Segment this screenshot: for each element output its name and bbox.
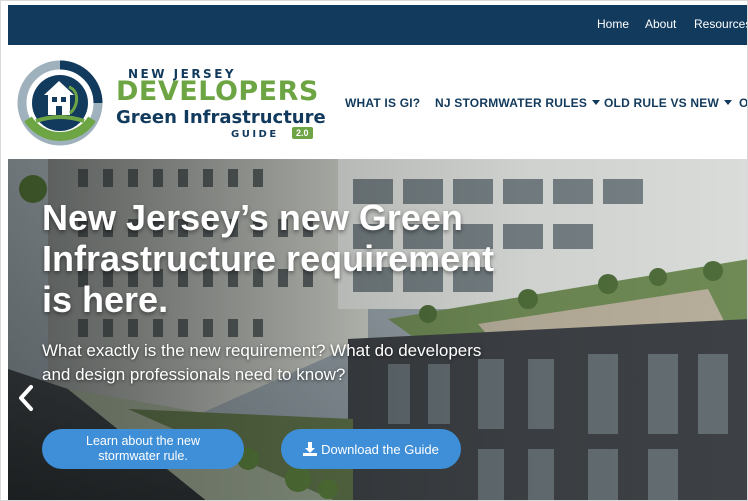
brand-line-guide: GUIDE (231, 129, 279, 140)
top-utility-bar: Home About Resources (8, 5, 747, 45)
nav-item-label: WHAT IS GI? (345, 96, 421, 110)
page: Home About Resources NEW JERSEY DEVELOPE… (0, 0, 748, 501)
caret-down-icon (592, 100, 601, 105)
brand-line-developers: DEVELOPERS (116, 76, 319, 107)
nav-item-label: OLD RULE VS NEW (604, 96, 720, 110)
nav-item-label: O (739, 96, 748, 110)
brand-version-badge: 2.0 (292, 127, 313, 139)
download-icon (303, 442, 318, 456)
download-guide-button[interactable]: Download the Guide (281, 429, 461, 469)
nav-item-old-rule-vs-new[interactable]: OLD RULE VS NEW (604, 96, 733, 110)
hero-carousel: New Jersey’s new Green Infrastructure re… (8, 159, 747, 500)
top-link-resources[interactable]: Resources (694, 17, 747, 31)
chevron-left-icon[interactable] (16, 383, 36, 413)
learn-button-label: Learn about the new stormwater rule. (86, 434, 200, 463)
nav-item-nj-stormwater-rules[interactable]: NJ STORMWATER RULES (435, 96, 601, 110)
brand-logo-icon[interactable] (14, 57, 106, 149)
nav-item-what-is-gi[interactable]: WHAT IS GI? (345, 96, 420, 110)
hero-headline: New Jersey’s new Green Infrastructure re… (42, 197, 495, 320)
brand-line-green-infrastructure: Green Infrastructure (116, 107, 326, 128)
nav-item-label: NJ STORMWATER RULES (435, 96, 588, 110)
download-button-label: Download the Guide (321, 441, 439, 457)
hero-subline: What exactly is the new requirement? Wha… (42, 341, 482, 384)
site-header: NEW JERSEY DEVELOPERS Green Infrastructu… (8, 45, 748, 159)
caret-down-icon (724, 100, 733, 105)
top-link-home[interactable]: Home (597, 17, 629, 31)
nav-item-truncated[interactable]: O (739, 96, 748, 110)
learn-stormwater-rule-button[interactable]: Learn about the new stormwater rule. (42, 429, 244, 469)
top-link-about[interactable]: About (645, 17, 676, 31)
